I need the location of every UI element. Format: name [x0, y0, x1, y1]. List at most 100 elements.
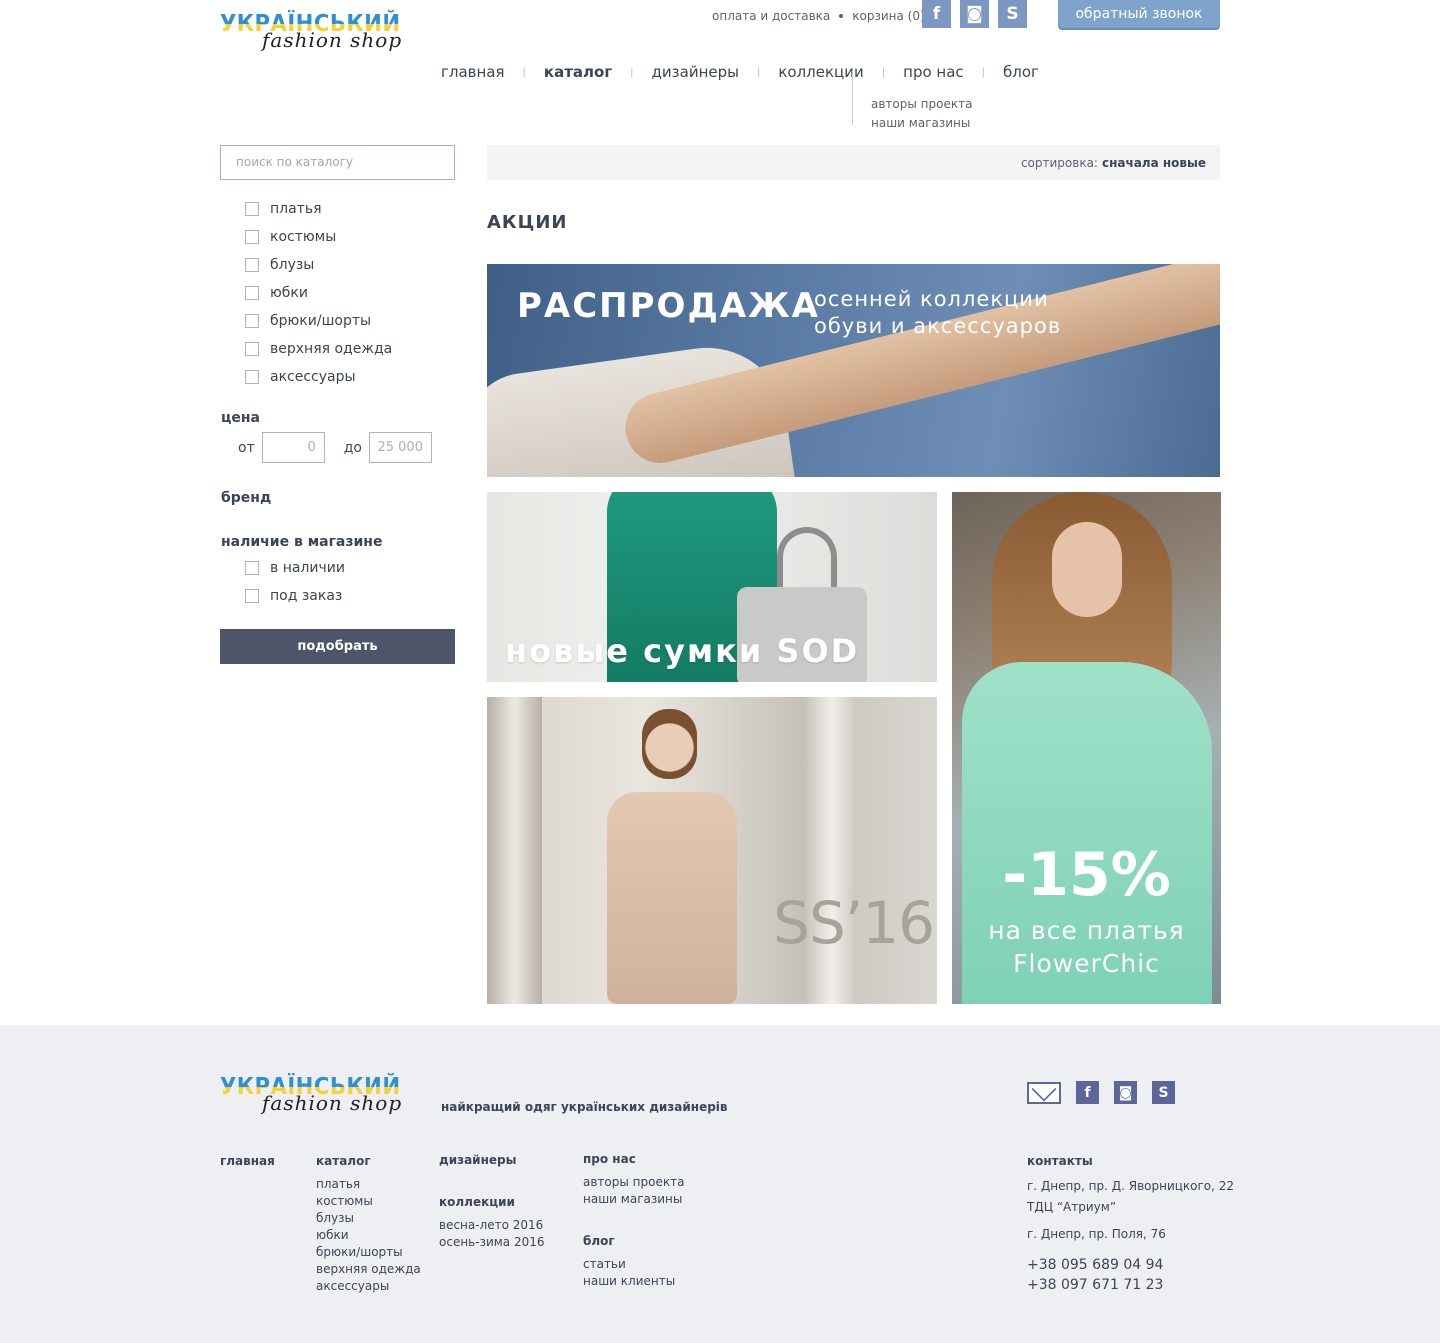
dot-separator	[839, 14, 844, 18]
filter-blouses[interactable]: блузы	[245, 251, 392, 279]
footer-logo[interactable]: УКРАЇНСЬКИЙ fashion shop	[220, 1073, 420, 1123]
skype-icon[interactable]: S	[998, 0, 1027, 28]
footer-link[interactable]: блузы	[316, 1210, 421, 1227]
footer-heading-blog[interactable]: блог	[583, 1233, 675, 1250]
logo-line2: fashion shop	[262, 1091, 403, 1115]
banner-sale[interactable]: РАСПРОДАЖА осенней коллекции обуви и акс…	[487, 264, 1220, 477]
brand-heading[interactable]: бренд	[221, 490, 271, 506]
footer-link[interactable]: осень-зима 2016	[439, 1234, 545, 1251]
apply-filter-button[interactable]: подобрать	[220, 629, 455, 664]
filter-skirts[interactable]: юбки	[245, 279, 392, 307]
filter-accessories[interactable]: аксессуары	[245, 363, 392, 391]
subnav-authors[interactable]: авторы проекта	[871, 95, 972, 114]
footer-link[interactable]: авторы проекта	[583, 1174, 684, 1191]
footer-link[interactable]: брюки/шорты	[316, 1244, 421, 1261]
filter-label: в наличии	[270, 560, 345, 576]
filter-label: брюки/шорты	[270, 313, 372, 329]
footer-heading-about[interactable]: про нас	[583, 1151, 684, 1168]
footer-col-catalog: каталог платья костюмы блузы юбки брюки/…	[316, 1153, 421, 1295]
facebook-icon[interactable]: f	[922, 0, 951, 28]
checkbox[interactable]	[245, 561, 259, 575]
sort-label: сортировка:	[1020, 155, 1098, 170]
category-filter: платья костюмы блузы юбки брюки/шорты ве…	[245, 195, 392, 391]
callback-button[interactable]: обратный звонок	[1058, 0, 1220, 28]
sort-select[interactable]: сначала новые	[1102, 156, 1206, 170]
footer-link[interactable]: наши клиенты	[583, 1273, 675, 1290]
price-from-input[interactable]: 0	[261, 432, 325, 463]
banner-sale-title: РАСПРОДАЖА	[517, 286, 820, 326]
checkbox[interactable]	[245, 589, 259, 603]
nav-item-home[interactable]: главная	[441, 63, 505, 81]
page-title: АКЦИИ	[487, 212, 568, 233]
site-logo[interactable]: УКРАЇНСЬКИЙ fashion shop	[220, 10, 420, 60]
footer-link[interactable]: юбки	[316, 1227, 421, 1244]
nav-separator: |	[522, 66, 526, 78]
header-social: f ◙ S	[922, 0, 1027, 28]
logo-line2: fashion shop	[262, 28, 403, 52]
cart-link[interactable]: корзина (0)	[852, 9, 924, 23]
delivery-link[interactable]: оплата и доставка	[712, 9, 830, 23]
checkbox[interactable]	[245, 258, 259, 272]
filter-outerwear[interactable]: верхняя одежда	[245, 335, 392, 363]
checkbox[interactable]	[245, 230, 259, 244]
checkbox[interactable]	[245, 342, 259, 356]
banner-discount-line1: на все платья	[988, 916, 1185, 945]
footer-col-blog: блог статьи наши клиенты	[583, 1233, 675, 1290]
footer-link[interactable]: аксессуары	[316, 1278, 421, 1295]
banner-sale-subtitle: осенней коллекции обуви и аксессуаров	[814, 286, 1061, 340]
instagram-icon[interactable]: ◙	[960, 0, 989, 28]
footer-link[interactable]: платья	[316, 1176, 421, 1193]
phone-2[interactable]: +38 097 671 71 23	[1027, 1275, 1234, 1295]
footer-link[interactable]: весна-лето 2016	[439, 1217, 545, 1234]
stock-heading: наличие в магазине	[221, 534, 383, 550]
nav-item-about[interactable]: про нас	[903, 63, 964, 81]
filter-label: под заказ	[270, 588, 343, 604]
filter-label: платья	[270, 201, 322, 217]
subnav-shops[interactable]: наши магазины	[871, 114, 972, 133]
filter-in-stock[interactable]: в наличии	[245, 554, 345, 582]
footer-social: f ◙ S	[1027, 1081, 1175, 1104]
facebook-icon[interactable]: f	[1076, 1081, 1099, 1104]
footer-col-about: про нас авторы проекта наши магазины	[583, 1151, 684, 1208]
banner-discount[interactable]: -15% на все платья FlowerChic	[952, 492, 1221, 1004]
filter-dresses[interactable]: платья	[245, 195, 392, 223]
checkbox[interactable]	[245, 314, 259, 328]
nav-item-designers[interactable]: дизайнеры	[652, 63, 739, 81]
checkbox[interactable]	[245, 286, 259, 300]
banner-ss16[interactable]: SS’16	[487, 697, 937, 1004]
footer-contacts: контакты г. Днепр, пр. Д. Яворницкого, 2…	[1027, 1153, 1234, 1295]
filter-label: аксессуары	[270, 369, 356, 385]
nav-separator: |	[981, 66, 986, 78]
nav-separator: |	[881, 66, 886, 78]
banner-photo	[642, 709, 697, 779]
filter-trousers[interactable]: брюки/шорты	[245, 307, 392, 335]
footer-link[interactable]: костюмы	[316, 1193, 421, 1210]
nav-item-catalog[interactable]: каталог	[544, 63, 612, 81]
nav-item-collections[interactable]: коллекции	[778, 63, 863, 81]
footer-tagline: найкращий одяг українських дизайнерів	[441, 1100, 728, 1114]
skype-icon[interactable]: S	[1152, 1081, 1175, 1104]
banner-bags[interactable]: новые сумки SOD	[487, 492, 937, 682]
nav-item-blog[interactable]: блог	[1003, 63, 1039, 81]
footer-link[interactable]: наши магазины	[583, 1191, 684, 1208]
footer-link-home[interactable]: главная	[220, 1153, 275, 1170]
address-1b: ТДЦ “Атриум”	[1027, 1200, 1117, 1214]
banner-photo	[807, 697, 857, 1004]
checkbox[interactable]	[245, 202, 259, 216]
filter-on-order[interactable]: под заказ	[245, 582, 345, 610]
phone-1[interactable]: +38 095 689 04 94	[1027, 1255, 1234, 1275]
footer-link[interactable]: верхняя одежда	[316, 1261, 421, 1278]
footer-heading-collections[interactable]: коллекции	[439, 1194, 545, 1211]
filter-suits[interactable]: костюмы	[245, 223, 392, 251]
address-2: г. Днепр, пр. Поля, 76	[1027, 1227, 1166, 1241]
footer-heading-designers[interactable]: дизайнеры	[439, 1152, 516, 1169]
footer-heading-catalog[interactable]: каталог	[316, 1153, 421, 1170]
banner-sale-line2: обуви и аксессуаров	[814, 314, 1062, 338]
price-to-input[interactable]: 25 000	[368, 432, 432, 463]
mail-icon[interactable]	[1027, 1081, 1061, 1104]
instagram-icon[interactable]: ◙	[1114, 1081, 1137, 1104]
catalog-search-input[interactable]: поиск по каталогу	[220, 145, 455, 180]
footer-link[interactable]: статьи	[583, 1256, 675, 1273]
filter-label: костюмы	[270, 229, 337, 245]
checkbox[interactable]	[245, 370, 259, 384]
